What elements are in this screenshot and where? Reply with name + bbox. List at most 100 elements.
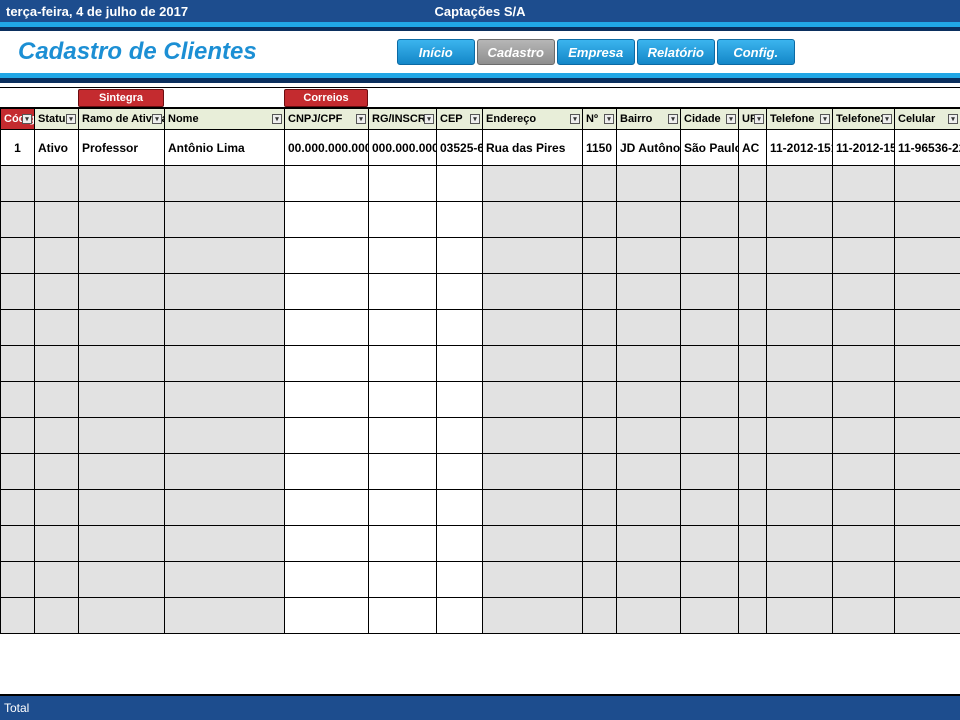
- cell[interactable]: [369, 310, 437, 346]
- cell[interactable]: [833, 346, 895, 382]
- cell[interactable]: [285, 490, 369, 526]
- cell[interactable]: [369, 346, 437, 382]
- cell[interactable]: AC: [739, 130, 767, 166]
- cell[interactable]: JD Autônomo: [617, 130, 681, 166]
- cell[interactable]: [1, 202, 35, 238]
- column-header[interactable]: CNPJ/CPF▾: [285, 109, 369, 130]
- cell[interactable]: [369, 238, 437, 274]
- filter-dropdown-icon[interactable]: ▾: [22, 114, 32, 124]
- column-header[interactable]: Status▾: [35, 109, 79, 130]
- cell[interactable]: [437, 598, 483, 634]
- cell[interactable]: [681, 346, 739, 382]
- cell[interactable]: [483, 418, 583, 454]
- cell[interactable]: [285, 238, 369, 274]
- cell[interactable]: [583, 166, 617, 202]
- cell[interactable]: [165, 166, 285, 202]
- cell[interactable]: [1, 346, 35, 382]
- cell[interactable]: [1, 166, 35, 202]
- filter-dropdown-icon[interactable]: ▾: [754, 114, 764, 124]
- cell[interactable]: [739, 382, 767, 418]
- filter-dropdown-icon[interactable]: ▾: [820, 114, 830, 124]
- table-row[interactable]: [1, 562, 960, 598]
- column-header[interactable]: Celular▾: [895, 109, 960, 130]
- cell[interactable]: [285, 562, 369, 598]
- cell[interactable]: [1, 382, 35, 418]
- cell[interactable]: 1150: [583, 130, 617, 166]
- cell[interactable]: [681, 310, 739, 346]
- cell[interactable]: [79, 490, 165, 526]
- cell[interactable]: [617, 238, 681, 274]
- cell[interactable]: [833, 310, 895, 346]
- cell[interactable]: [79, 598, 165, 634]
- table-row[interactable]: [1, 490, 960, 526]
- column-header[interactable]: Cidade▾: [681, 109, 739, 130]
- cell[interactable]: [583, 382, 617, 418]
- cell[interactable]: [617, 382, 681, 418]
- cell[interactable]: [1, 418, 35, 454]
- cell[interactable]: [369, 526, 437, 562]
- cell[interactable]: [369, 490, 437, 526]
- cell[interactable]: [681, 238, 739, 274]
- cell[interactable]: Professor: [79, 130, 165, 166]
- column-header[interactable]: CEP▾: [437, 109, 483, 130]
- filter-dropdown-icon[interactable]: ▾: [570, 114, 580, 124]
- cell[interactable]: [617, 454, 681, 490]
- cell[interactable]: [1, 274, 35, 310]
- cell[interactable]: [767, 346, 833, 382]
- cell[interactable]: [681, 562, 739, 598]
- nav-config-button[interactable]: Config.: [717, 39, 795, 65]
- cell[interactable]: [165, 562, 285, 598]
- cell[interactable]: [369, 274, 437, 310]
- cell[interactable]: [767, 562, 833, 598]
- cell[interactable]: [285, 454, 369, 490]
- cell[interactable]: [681, 166, 739, 202]
- cell[interactable]: [1, 238, 35, 274]
- cell[interactable]: [35, 454, 79, 490]
- cell[interactable]: [739, 166, 767, 202]
- cell[interactable]: [483, 526, 583, 562]
- table-row[interactable]: [1, 418, 960, 454]
- column-header[interactable]: Código▾: [1, 109, 35, 130]
- nav-inicio-button[interactable]: Início: [397, 39, 475, 65]
- cell[interactable]: [165, 454, 285, 490]
- cell[interactable]: [165, 346, 285, 382]
- cell[interactable]: [165, 526, 285, 562]
- cell[interactable]: [165, 418, 285, 454]
- cell[interactable]: [617, 490, 681, 526]
- cell[interactable]: [739, 562, 767, 598]
- cell[interactable]: [79, 202, 165, 238]
- cell[interactable]: [79, 562, 165, 598]
- cell[interactable]: [35, 238, 79, 274]
- cell[interactable]: [285, 346, 369, 382]
- cell[interactable]: [79, 454, 165, 490]
- cell[interactable]: [483, 598, 583, 634]
- nav-relatorio-button[interactable]: Relatório: [637, 39, 715, 65]
- cell[interactable]: [35, 526, 79, 562]
- column-header[interactable]: Ramo de Atividade▾: [79, 109, 165, 130]
- cell[interactable]: [617, 274, 681, 310]
- cell[interactable]: [681, 382, 739, 418]
- cell[interactable]: [79, 346, 165, 382]
- cell[interactable]: [583, 274, 617, 310]
- filter-dropdown-icon[interactable]: ▾: [668, 114, 678, 124]
- cell[interactable]: [437, 346, 483, 382]
- cell[interactable]: [165, 598, 285, 634]
- table-row[interactable]: [1, 166, 960, 202]
- cell[interactable]: [583, 418, 617, 454]
- cell[interactable]: [437, 526, 483, 562]
- cell[interactable]: [833, 274, 895, 310]
- cell[interactable]: [79, 418, 165, 454]
- cell[interactable]: [767, 598, 833, 634]
- cell[interactable]: [483, 238, 583, 274]
- cell[interactable]: [483, 562, 583, 598]
- cell[interactable]: [767, 382, 833, 418]
- cell[interactable]: [739, 310, 767, 346]
- cell[interactable]: [35, 310, 79, 346]
- table-row[interactable]: [1, 526, 960, 562]
- cell[interactable]: [833, 598, 895, 634]
- cell[interactable]: [369, 598, 437, 634]
- nav-empresa-button[interactable]: Empresa: [557, 39, 635, 65]
- cell[interactable]: [35, 418, 79, 454]
- cell[interactable]: [895, 418, 960, 454]
- table-row[interactable]: [1, 202, 960, 238]
